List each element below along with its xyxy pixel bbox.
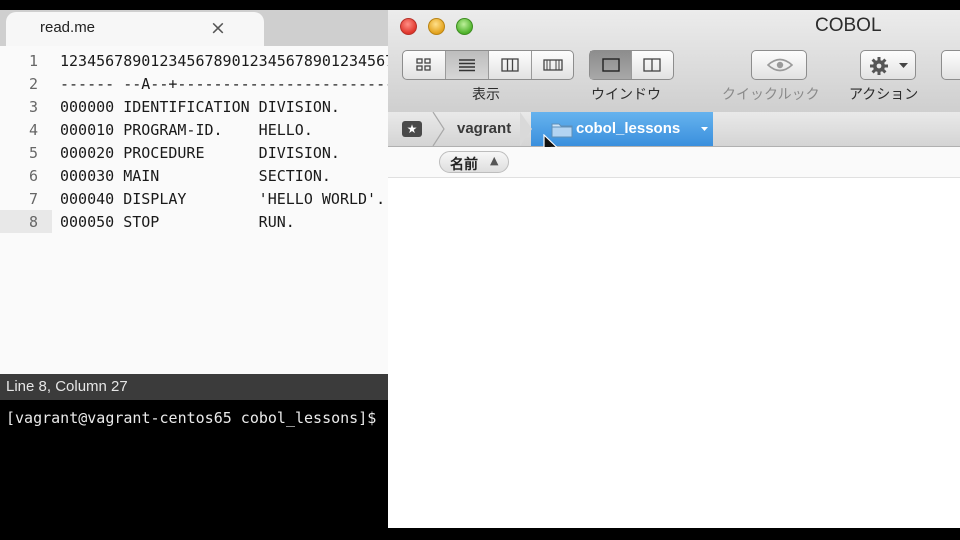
quicklook-button[interactable]: [751, 50, 807, 80]
code-line: 1 123456789012345678901234567890123456789…: [0, 50, 388, 73]
line-number: 1: [28, 52, 38, 70]
column-view-button[interactable]: [489, 51, 532, 79]
coverflow-view-button[interactable]: [532, 51, 573, 79]
icon-grid-icon: [416, 58, 431, 71]
window-label: ウインドウ: [591, 87, 661, 103]
finder-window: COBOL 表示 ウインドウ クイックルック アクション ★ vagrant c…: [388, 10, 960, 528]
path-separator-arrow: [520, 112, 532, 146]
current-folder-name: cobol_lessons: [576, 120, 681, 137]
terminal-prompt: [vagrant@vagrant-centos65 cobol_lessons]…: [6, 409, 377, 427]
action-button[interactable]: [860, 50, 916, 80]
star-folder-icon[interactable]: ★: [402, 121, 422, 137]
minimize-window-button[interactable]: [428, 18, 445, 35]
path-separator-icon: [432, 112, 445, 146]
code-line: 7 000040 DISPLAY 'HELLO WORLD'.: [0, 188, 388, 211]
editor-status-bar: Line 8, Column 27: [0, 374, 388, 400]
line-number: 6: [28, 167, 38, 185]
list-lines-icon: [459, 59, 475, 72]
editor-tab-bar: read.me ×: [0, 10, 388, 46]
code-line: 8 000050 STOP RUN.: [0, 211, 388, 234]
zoom-window-button[interactable]: [456, 18, 473, 35]
path-bar: ★ vagrant cobol_lessons: [388, 112, 960, 157]
single-pane-icon: [602, 58, 620, 72]
tab-title: read.me: [40, 19, 96, 36]
line-number: 3: [28, 98, 38, 116]
name-column-label: 名前: [450, 157, 478, 173]
gear-icon: [870, 57, 888, 75]
split-pane-icon: [643, 58, 661, 72]
line-text: 1234567890123456789012345678901234567890…: [60, 52, 388, 70]
finder-toolbar: COBOL 表示 ウインドウ クイックルック アクション: [388, 10, 960, 113]
code-line: 5 000020 PROCEDURE DIVISION.: [0, 142, 388, 165]
action-label: アクション: [849, 87, 919, 103]
line-number: 5: [28, 144, 38, 162]
line-text: 000010 PROGRAM-ID. HELLO.: [60, 121, 313, 139]
line-text: 000050 STOP RUN.: [60, 213, 295, 231]
code-area[interactable]: 1 123456789012345678901234567890123456789…: [0, 46, 388, 374]
list-column-header: 名前 ▲: [388, 147, 960, 178]
code-line: 6 000030 MAIN SECTION.: [0, 165, 388, 188]
split-pane-button[interactable]: [632, 51, 673, 79]
view-label: 表示: [472, 87, 500, 103]
line-text: 000040 DISPLAY 'HELLO WORLD'.: [60, 190, 386, 208]
line-number: 8: [28, 213, 38, 231]
code-line: 2 ------ --A--+--------------------------…: [0, 73, 388, 96]
code-line: 4 000010 PROGRAM-ID. HELLO.: [0, 119, 388, 142]
line-text: 000020 PROCEDURE DIVISION.: [60, 144, 340, 162]
file-list-area[interactable]: [388, 178, 960, 528]
line-number: 7: [28, 190, 38, 208]
window-segmented-control: [589, 50, 674, 80]
single-pane-button[interactable]: [590, 51, 632, 79]
icon-view-button[interactable]: [403, 51, 446, 79]
line-number: 4: [28, 121, 38, 139]
sort-ascending-icon: ▲: [490, 154, 499, 167]
text-editor-window: read.me × 1 12345678901234567890123456789…: [0, 0, 388, 540]
path-dropdown-icon: [701, 127, 708, 131]
tab-close-icon[interactable]: ×: [210, 17, 226, 39]
quicklook-label: クイックルック: [722, 87, 820, 103]
dropdown-arrow-icon: [899, 63, 908, 68]
path-item-parent[interactable]: vagrant: [457, 120, 511, 137]
window-title: COBOL: [815, 15, 882, 36]
share-button[interactable]: [941, 50, 960, 80]
close-window-button[interactable]: [400, 18, 417, 35]
line-text: 000030 MAIN SECTION.: [60, 167, 331, 185]
name-column-sort-button[interactable]: 名前 ▲: [439, 151, 509, 173]
coverflow-icon: [543, 59, 563, 71]
code-line: 3 000000 IDENTIFICATION DIVISION.: [0, 96, 388, 119]
view-segmented-control: [402, 50, 574, 80]
terminal-pane[interactable]: [vagrant@vagrant-centos65 cobol_lessons]…: [0, 400, 388, 540]
list-view-button[interactable]: [446, 51, 489, 79]
editor-tab[interactable]: read.me ×: [6, 12, 264, 46]
code-lines: 1 123456789012345678901234567890123456789…: [0, 50, 388, 234]
line-text: ------ --A--+---------------------------…: [60, 75, 388, 93]
line-number: 2: [28, 75, 38, 93]
eye-icon: [767, 58, 793, 72]
columns-icon: [501, 58, 519, 72]
line-text: 000000 IDENTIFICATION DIVISION.: [60, 98, 340, 116]
